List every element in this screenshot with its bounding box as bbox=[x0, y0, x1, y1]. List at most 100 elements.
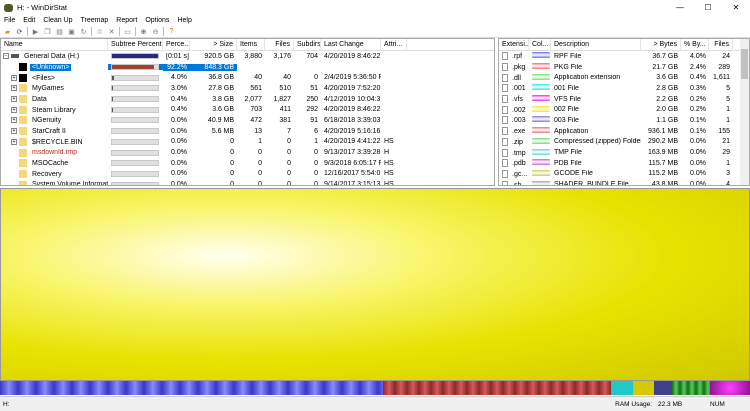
refresh-selected-icon[interactable]: ↻ bbox=[79, 27, 88, 36]
percent-bytes: 0.0% bbox=[690, 149, 706, 157]
tree-row[interactable]: + Steam Library 0.4% 3.6 GB 703 411 292 4… bbox=[1, 104, 494, 115]
tree-row[interactable]: MSOCache 0.0% 0 0 0 0 9/3/2018 6:05:17 P… bbox=[1, 158, 494, 169]
col-files[interactable]: Files bbox=[265, 39, 294, 51]
tree-row[interactable]: msdownld.tmp 0.0% 0 0 0 0 9/13/2017 3:39… bbox=[1, 147, 494, 158]
command-prompt-icon[interactable]: ▣ bbox=[67, 27, 76, 36]
extension-row[interactable]: .pkg PKG File 21.7 GB 2.4% 289 bbox=[499, 62, 749, 73]
extension-row[interactable]: .pdb PDB File 115.7 MB 0.0% 1 bbox=[499, 158, 749, 169]
treemap-002-tile[interactable] bbox=[633, 381, 654, 395]
extension-row[interactable]: .dll Application extension 3.6 GB 0.4% 1… bbox=[499, 72, 749, 83]
close-button[interactable]: ✕ bbox=[722, 0, 750, 15]
extension-row[interactable]: .rpf RPF File 36.7 GB 4.0% 24 bbox=[499, 51, 749, 62]
tree-row[interactable]: System Volume Information 0.0% 0 0 0 0 9… bbox=[1, 179, 494, 185]
minimize-button[interactable]: — bbox=[666, 0, 694, 15]
treemap-001-tile[interactable] bbox=[611, 381, 633, 395]
ext-scrollbar[interactable] bbox=[740, 39, 749, 185]
open-icon[interactable]: ▰ bbox=[3, 27, 12, 36]
tree-row[interactable]: + StarCraft II 0.0% 5.6 MB 13 7 6 4/20/20… bbox=[1, 126, 494, 137]
properties-icon[interactable]: ▭ bbox=[123, 27, 132, 36]
tree-row[interactable]: + $RECYCLE.BIN 0.0% 0 1 0 1 4/20/2019 4:4… bbox=[1, 137, 494, 148]
extension-row[interactable]: .gc... GCODE File 115.2 MB 0.0% 3 bbox=[499, 169, 749, 180]
menu-treemap[interactable]: Treemap bbox=[81, 17, 109, 24]
tree-row[interactable]: + Data 0.4% 3.8 GB 2,077 1,827 250 4/12/2… bbox=[1, 94, 494, 105]
tree-row[interactable]: + NGenuity 0.0% 40.9 MB 472 381 91 6/18/2… bbox=[1, 115, 494, 126]
zoom-out-icon[interactable]: ⊖ bbox=[151, 27, 160, 36]
col-percent[interactable]: Perce... bbox=[163, 39, 190, 51]
tree-row[interactable]: + MyGames 3.0% 27.8 GB 561 510 51 4/20/20… bbox=[1, 83, 494, 94]
treemap-pkg-tiles[interactable] bbox=[383, 381, 611, 395]
explorer-icon[interactable]: ▤ bbox=[55, 27, 64, 36]
tree-row[interactable]: <Unknown> 92.2% 848.3 GB bbox=[1, 62, 494, 73]
col-subdirs[interactable]: Subdirs bbox=[294, 39, 321, 51]
tree-row[interactable]: Recovery 0.0% 0 0 0 0 12/16/2017 5:54:0.… bbox=[1, 169, 494, 180]
subtree-percent-bar bbox=[111, 106, 159, 113]
col-subtree-percent[interactable]: Subtree Percent... bbox=[108, 39, 163, 51]
col-color[interactable]: Col... bbox=[529, 39, 551, 51]
color-swatch bbox=[532, 52, 550, 59]
treemap-files-strip[interactable] bbox=[0, 381, 750, 395]
copy-icon[interactable]: ❐ bbox=[43, 27, 52, 36]
treemap-rpf-tiles[interactable] bbox=[0, 381, 383, 395]
expand-toggle[interactable]: + bbox=[11, 96, 17, 103]
extension-row[interactable]: .003 003 File 1.1 GB 0.1% 1 bbox=[499, 115, 749, 126]
col-name[interactable]: Name bbox=[1, 39, 108, 51]
expand-toggle[interactable]: + bbox=[11, 128, 17, 135]
tree-row[interactable]: + <Files> 4.0% 36.8 GB 40 40 0 2/4/2019 5… bbox=[1, 72, 494, 83]
delete-icon[interactable]: ✕ bbox=[107, 27, 116, 36]
col-files[interactable]: Files bbox=[709, 39, 733, 51]
col-extension[interactable]: Extensi... bbox=[499, 39, 529, 51]
menu-file[interactable]: File bbox=[4, 17, 15, 24]
subdirs: 91 bbox=[310, 116, 318, 124]
menu-report[interactable]: Report bbox=[116, 17, 137, 24]
item-name: Data bbox=[32, 95, 47, 103]
menu-clean-up[interactable]: Clean Up bbox=[43, 17, 72, 24]
bytes: 36.7 GB bbox=[652, 52, 678, 60]
percent: [0:01 s] bbox=[166, 52, 189, 60]
col-size[interactable]: > Size bbox=[190, 39, 237, 51]
file-type-icon bbox=[502, 95, 508, 104]
extension: .rpf bbox=[512, 53, 523, 61]
expand-toggle[interactable]: + bbox=[11, 117, 17, 124]
subdirs: 0 bbox=[314, 170, 318, 178]
extension-row[interactable]: .002 002 File 2.0 GB 0.2% 1 bbox=[499, 104, 749, 115]
zoom-in-icon[interactable]: ⊕ bbox=[139, 27, 148, 36]
extension-row[interactable]: .vfs VFS File 2.2 GB 0.2% 5 bbox=[499, 94, 749, 105]
extension-row[interactable]: .tmp TMP File 163.9 MB 0.0% 29 bbox=[499, 147, 749, 158]
treemap-unknown-tile[interactable] bbox=[0, 188, 750, 381]
menu-edit[interactable]: Edit bbox=[23, 17, 35, 24]
menu-options[interactable]: Options bbox=[145, 17, 169, 24]
treemap-003-tile[interactable] bbox=[654, 381, 672, 395]
col-last-change[interactable]: Last Change bbox=[321, 39, 381, 51]
extension-row[interactable]: .zip Compressed (zipped) Folder 290.2 MB… bbox=[499, 137, 749, 148]
col-items[interactable]: Items bbox=[237, 39, 265, 51]
help-icon[interactable]: ? bbox=[167, 27, 176, 36]
expand-toggle[interactable]: + bbox=[11, 138, 17, 145]
extension-row[interactable]: .sh... SHADER_BUNDLE File 43.8 MB 0.0% 4 bbox=[499, 179, 749, 185]
treemap-dll-tiles[interactable] bbox=[672, 381, 710, 395]
tree-row[interactable]: − General Data (H:) [0:01 s] 920.5 GB 3,8… bbox=[1, 51, 494, 62]
file-type-icon bbox=[502, 73, 508, 82]
last-change: 12/16/2017 5:54:0... bbox=[324, 170, 381, 178]
recycle-icon[interactable]: ♲ bbox=[95, 27, 104, 36]
col-description[interactable]: Description bbox=[551, 39, 641, 51]
menu-help[interactable]: Help bbox=[177, 17, 191, 24]
expand-toggle[interactable]: + bbox=[11, 106, 17, 113]
attributes: HS bbox=[384, 159, 394, 167]
expand-toggle[interactable]: − bbox=[3, 53, 9, 59]
percent-bytes: 0.0% bbox=[690, 170, 706, 178]
refresh-icon[interactable]: ⟳ bbox=[15, 27, 24, 36]
play-icon[interactable]: ▶ bbox=[31, 27, 40, 36]
expand-toggle[interactable]: + bbox=[11, 74, 17, 81]
col-bytes[interactable]: > Bytes bbox=[641, 39, 681, 51]
scrollbar-thumb[interactable] bbox=[741, 49, 748, 79]
col-percent-bytes[interactable]: % By... bbox=[681, 39, 709, 51]
expand-toggle[interactable]: + bbox=[11, 85, 17, 92]
maximize-button[interactable]: ☐ bbox=[694, 0, 722, 15]
extension-row[interactable]: .exe Application 936.1 MB 0.1% 155 bbox=[499, 126, 749, 137]
col-attributes[interactable]: Attri... bbox=[381, 39, 407, 51]
files: 3,176 bbox=[273, 52, 291, 60]
extension-row[interactable]: .001 001 File 2.8 GB 0.3% 5 bbox=[499, 83, 749, 94]
treemap-vfs-tile[interactable] bbox=[710, 381, 750, 395]
ram-usage-value: 22.3 MB bbox=[658, 400, 683, 408]
folder-icon bbox=[19, 137, 27, 146]
